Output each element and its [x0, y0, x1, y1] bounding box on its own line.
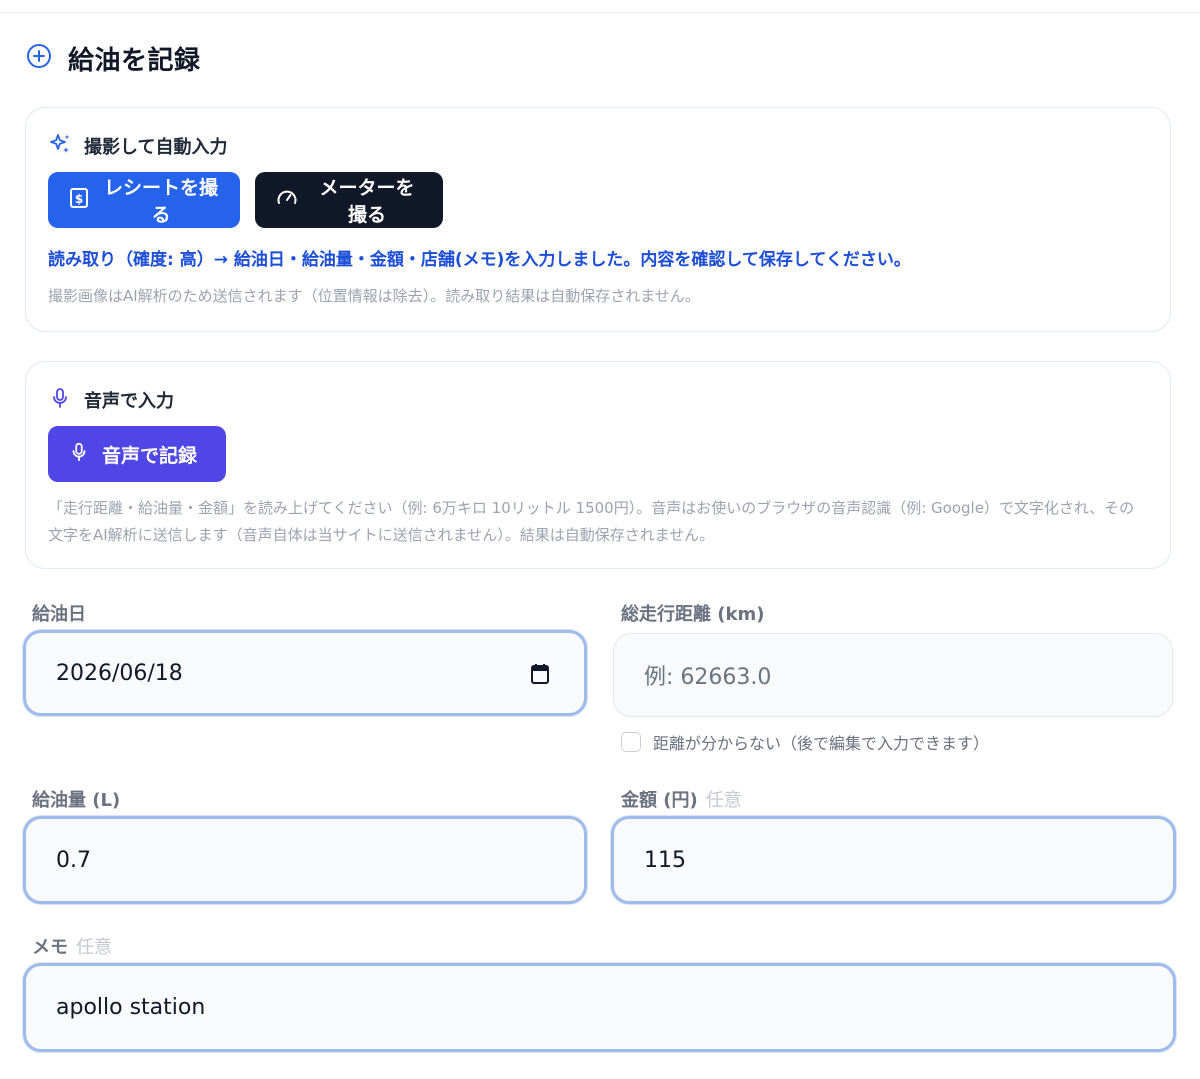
capture-receipt-button[interactable]: $ レシートを撮る — [48, 172, 240, 228]
price-label-text: 金額 (円) — [621, 790, 698, 811]
distance-unknown-row[interactable]: 距離が分からない（後で編集で入力できます） — [621, 730, 989, 754]
voice-privacy-note: 「走行距離・給油量・金額」を読み上げてください（例: 6万キロ 10リットル 1… — [48, 499, 1135, 544]
microphone-icon — [68, 441, 90, 468]
photo-privacy-note: 撮影画像はAI解析のため送信されます（位置情報は除去）。読み取り結果は自動保存さ… — [48, 287, 700, 305]
distance-unknown-label: 距離が分からない（後で編集で入力できます） — [653, 734, 990, 753]
voice-record-label: 音声で記録 — [102, 444, 198, 467]
microphone-icon — [48, 386, 72, 414]
odometer-input[interactable]: 例: 62663.0 — [613, 633, 1173, 717]
voice-card-title: 音声で入力 — [84, 391, 174, 412]
memo-optional-tag: 任意 — [76, 937, 112, 958]
capture-meter-label: メーターを撮る — [319, 177, 415, 226]
receipt-icon: $ — [68, 187, 90, 214]
date-label: 給油日 — [32, 604, 86, 625]
gauge-icon — [275, 186, 299, 215]
price-label: 金額 (円) 任意 — [621, 786, 742, 812]
voice-card-header: 音声で入力 — [48, 386, 174, 414]
photo-card-header: 撮影して自動入力 — [48, 132, 227, 160]
memo-value: apollo station — [56, 995, 206, 1020]
page-title: 給油を記録 — [68, 45, 201, 76]
svg-text:$: $ — [75, 192, 83, 206]
fuel-amount-value: 0.7 — [56, 847, 91, 873]
voice-record-button[interactable]: 音声で記録 — [48, 426, 226, 482]
odometer-placeholder: 例: 62663.0 — [644, 665, 772, 690]
top-divider — [0, 12, 1200, 13]
page-header: 給油を記録 — [26, 40, 201, 76]
photo-input-card: 撮影して自動入力 $ レシートを撮る メーターを撮る 読み取り（確度: 高）→ … — [25, 107, 1171, 332]
voice-input-card: 音声で入力 音声で記録 「走行距離・給油量・金額」を読み上げてください（例: 6… — [25, 361, 1171, 569]
photo-card-title: 撮影して自動入力 — [84, 137, 228, 158]
memo-label: メモ 任意 — [32, 933, 112, 959]
memo-input[interactable]: apollo station — [23, 963, 1176, 1052]
distance-unknown-checkbox[interactable] — [621, 732, 641, 752]
sparkles-icon — [48, 132, 72, 160]
odometer-label: 総走行距離 (km) — [621, 604, 765, 625]
calendar-icon[interactable] — [530, 663, 550, 691]
plus-circle-icon — [26, 43, 52, 73]
capture-receipt-label: レシートを撮る — [103, 177, 218, 226]
fuel-amount-label: 給油量 (L) — [32, 790, 121, 811]
date-input[interactable]: 2026/06/18 — [23, 630, 587, 716]
capture-meter-button[interactable]: メーターを撮る — [255, 172, 443, 228]
fuel-amount-input[interactable]: 0.7 — [23, 816, 587, 904]
memo-label-text: メモ — [32, 937, 68, 958]
price-optional-tag: 任意 — [705, 790, 742, 811]
price-input[interactable]: 115 — [611, 816, 1176, 904]
date-value: 2026/06/18 — [56, 660, 183, 686]
price-value: 115 — [644, 847, 686, 873]
ocr-status-message: 読み取り（確度: 高）→ 給油日・給油量・金額・店舗(メモ)を入力しました。内容… — [48, 250, 911, 270]
